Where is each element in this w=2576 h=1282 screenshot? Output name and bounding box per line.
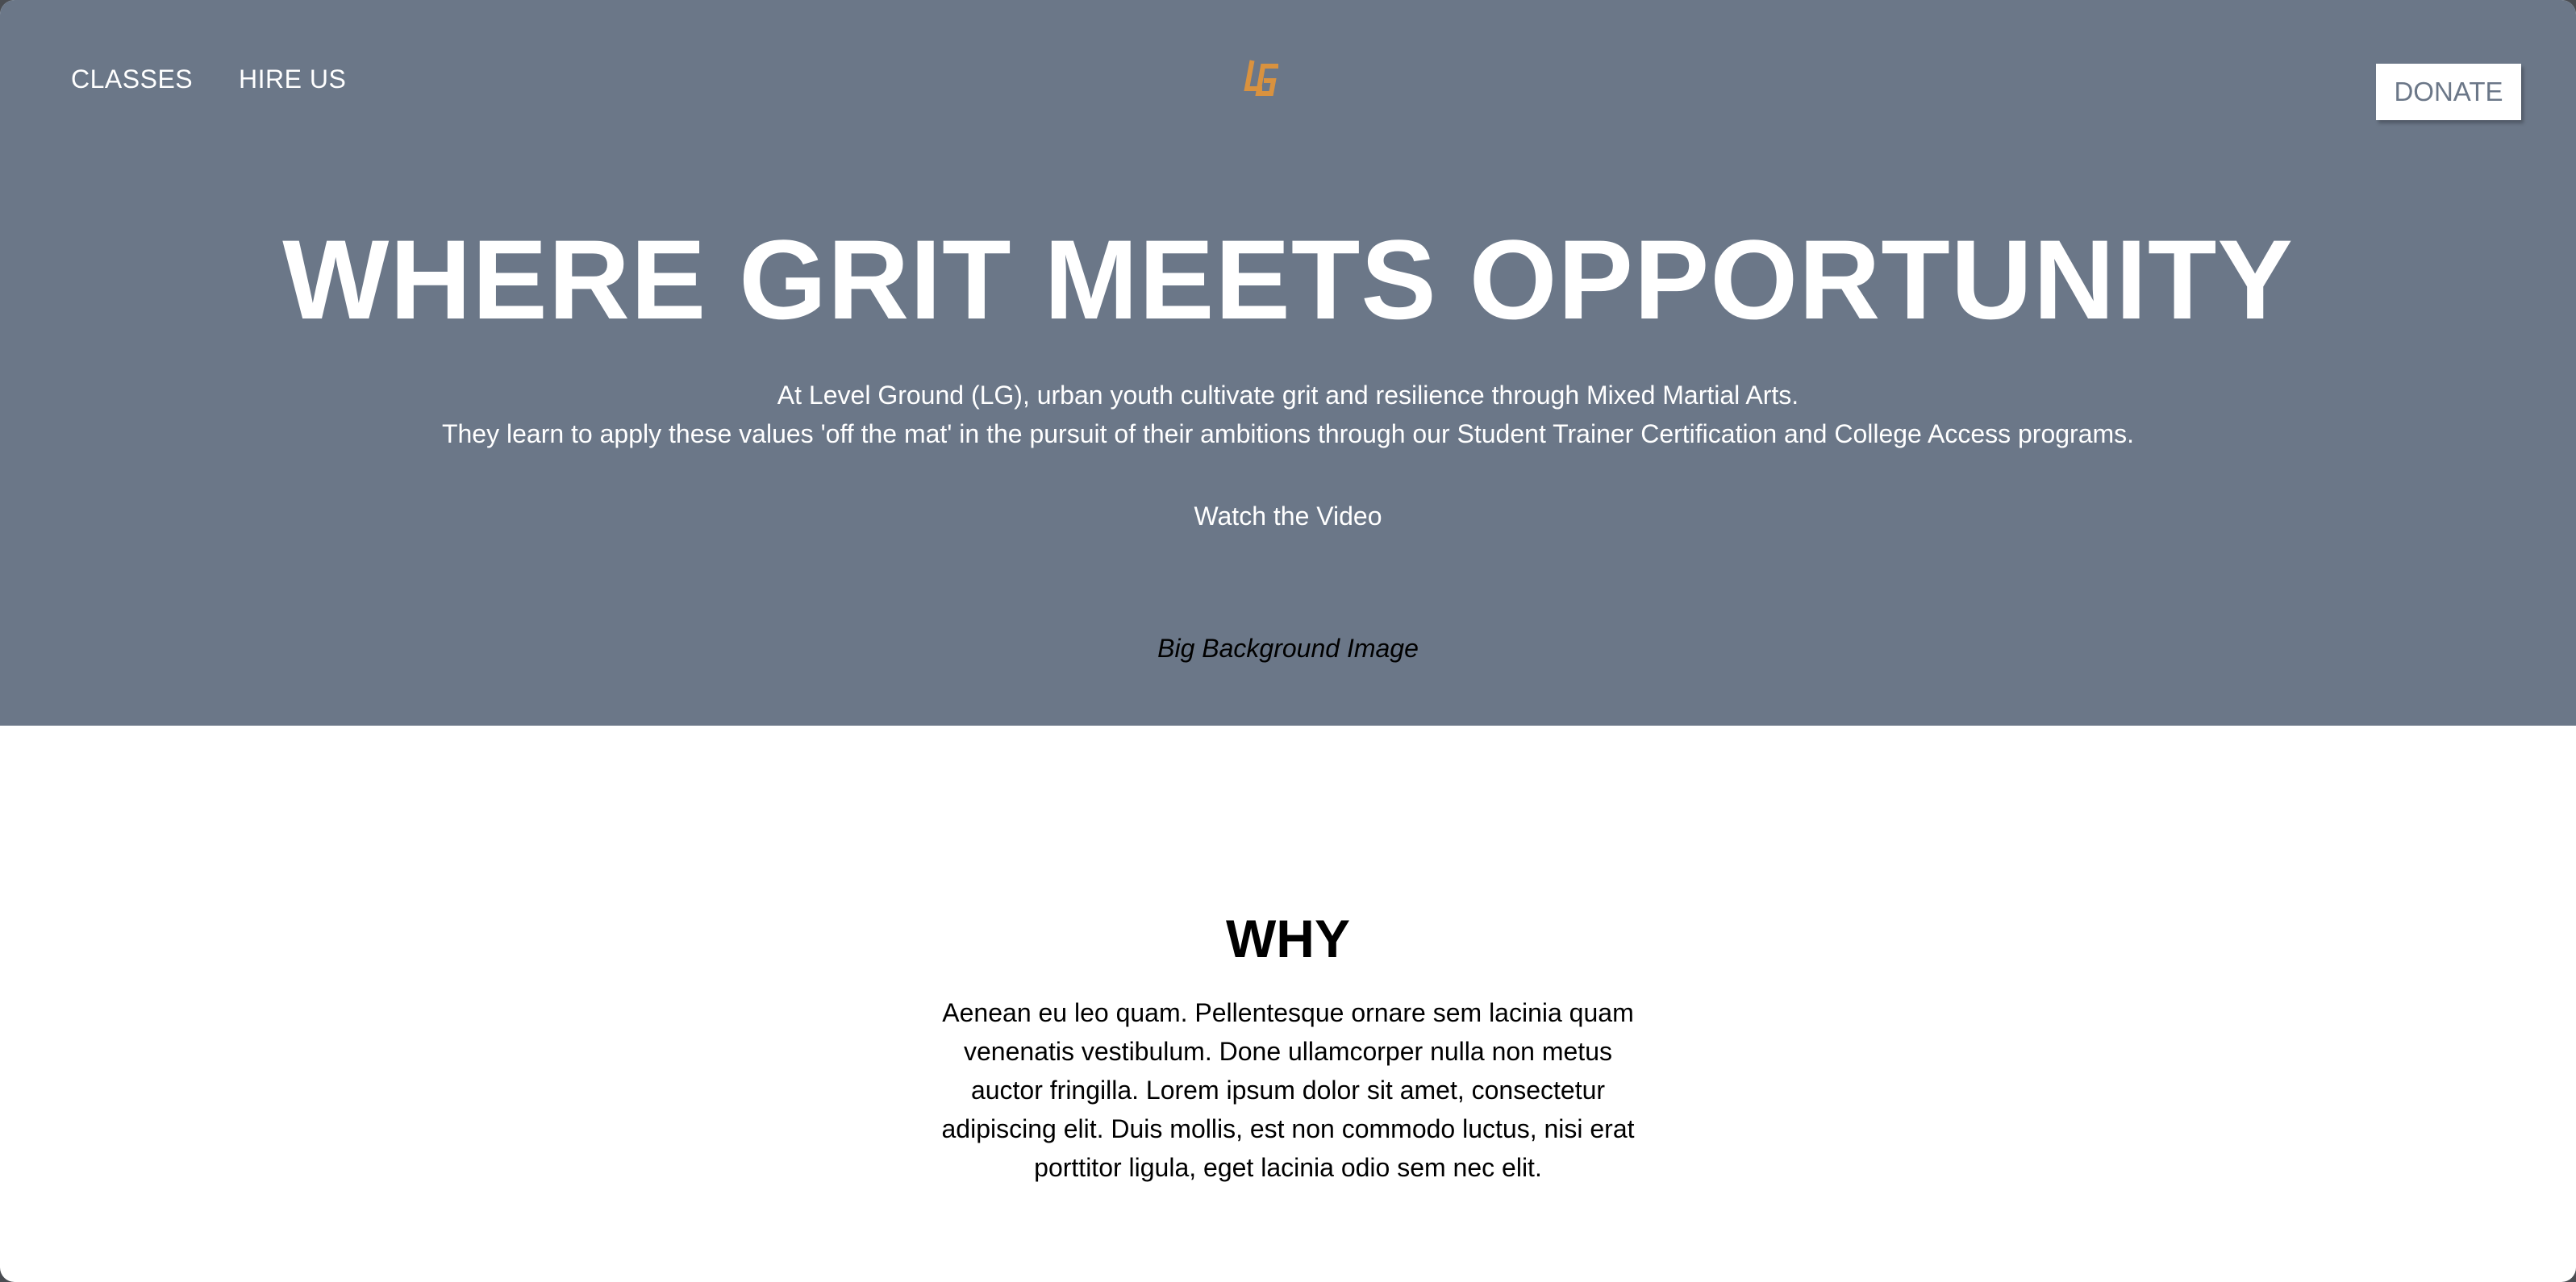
background-image-caption: Big Background Image — [1157, 634, 1419, 663]
watch-video-link[interactable]: Watch the Video — [1194, 502, 1382, 531]
hero-subtitle-line-1: At Level Ground (LG), urban youth cultiv… — [777, 381, 1799, 410]
hero-section: CLASSES HIRE US DONATE WHERE GRIT MEETS … — [0, 0, 2576, 726]
hero-subtitle-line-2: They learn to apply these values 'off th… — [441, 419, 2135, 448]
nav-link-classes[interactable]: CLASSES — [71, 65, 193, 94]
hero-subtitle: At Level Ground (LG), urban youth cultiv… — [0, 376, 2576, 453]
why-title: WHY — [1226, 909, 1350, 968]
home-logo-link[interactable] — [1240, 58, 1282, 100]
page: CLASSES HIRE US DONATE WHERE GRIT MEETS … — [0, 0, 2576, 1282]
donate-button[interactable]: DONATE — [2376, 64, 2521, 120]
why-body-text: Aenean eu leo quam. Pellentesque ornare … — [941, 998, 1635, 1182]
hero-title: WHERE GRIT MEETS OPPORTUNITY — [282, 216, 2294, 343]
watch-video-row: Watch the Video — [0, 498, 2576, 534]
lg-logo-icon — [1244, 60, 1278, 96]
nav-link-hire-us[interactable]: HIRE US — [239, 65, 346, 94]
